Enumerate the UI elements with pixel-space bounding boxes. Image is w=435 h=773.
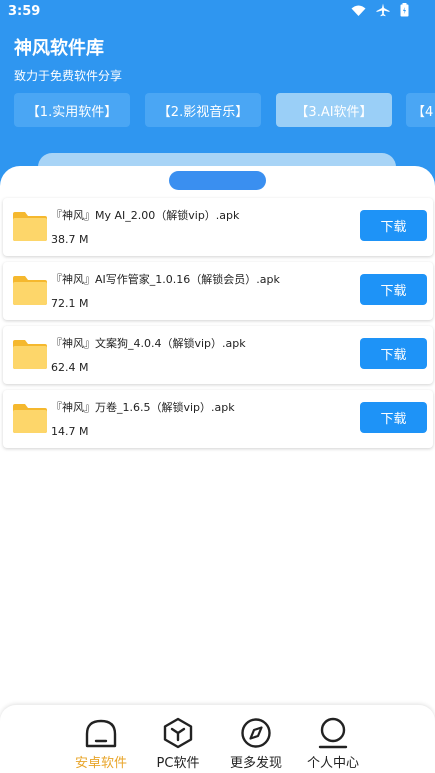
folder-icon xyxy=(13,340,47,369)
wifi-icon xyxy=(351,5,366,16)
file-item[interactable]: 『神风』文案狗_4.0.4（解锁vip）.apk 62.4 M 下载 xyxy=(3,326,433,384)
file-name: 『神风』万卷_1.6.5（解锁vip）.apk xyxy=(51,401,235,414)
file-size: 62.4 M xyxy=(51,361,89,374)
user-icon xyxy=(318,717,348,749)
nav-label: PC软件 xyxy=(156,756,200,771)
file-size: 72.1 M xyxy=(51,297,89,310)
airplane-icon xyxy=(376,3,390,17)
tab-ai-software[interactable]: 【3.AI软件】 xyxy=(276,93,392,127)
hexagon-icon xyxy=(163,717,193,749)
download-button[interactable]: 下载 xyxy=(360,274,427,305)
tab-fourth[interactable]: 【4 xyxy=(406,93,435,127)
file-item[interactable]: 『神风』万卷_1.6.5（解锁vip）.apk 14.7 M 下载 xyxy=(3,390,433,448)
nav-label: 个人中心 xyxy=(306,756,359,771)
nav-label: 更多发现 xyxy=(229,756,282,771)
battery-icon xyxy=(400,3,409,17)
file-size: 38.7 M xyxy=(51,233,89,246)
folder-icon xyxy=(13,276,47,305)
folder-icon xyxy=(13,404,47,433)
compass-icon xyxy=(241,718,271,748)
download-button[interactable]: 下载 xyxy=(360,210,427,241)
status-icons xyxy=(351,3,409,17)
category-tabs: 【1.实用软件】 【2.影视音乐】 【3.AI软件】 【4 xyxy=(14,93,435,127)
tab-useful-software[interactable]: 【1.实用软件】 xyxy=(14,93,130,127)
nav-android-software[interactable]: 安卓软件 xyxy=(66,717,136,773)
download-button[interactable]: 下载 xyxy=(360,402,427,433)
bottom-nav: 安卓软件 PC软件 更多发现 个人中心 xyxy=(0,705,435,773)
nav-pc-software[interactable]: PC软件 xyxy=(143,717,213,773)
file-name: 『神风』My AI_2.00（解锁vip）.apk xyxy=(51,209,240,222)
file-size: 14.7 M xyxy=(51,425,89,438)
app-title: 神风软件库 xyxy=(14,38,104,59)
nav-personal-center[interactable]: 个人中心 xyxy=(298,717,368,773)
app-subtitle: 致力于免费软件分享 xyxy=(14,69,123,83)
file-item[interactable]: 『神风』My AI_2.00（解锁vip）.apk 38.7 M 下载 xyxy=(3,198,433,256)
status-bar: 3:59 xyxy=(0,0,435,24)
content-card xyxy=(0,166,435,773)
file-item[interactable]: 『神风』AI写作管家_1.0.16（解锁会员）.apk 72.1 M 下载 xyxy=(3,262,433,320)
file-name: 『神风』文案狗_4.0.4（解锁vip）.apk xyxy=(51,337,246,350)
folder-icon xyxy=(13,212,47,241)
android-icon xyxy=(85,719,117,748)
drag-handle[interactable] xyxy=(169,171,266,190)
status-time: 3:59 xyxy=(8,4,41,19)
download-button[interactable]: 下载 xyxy=(360,338,427,369)
nav-more-discover[interactable]: 更多发现 xyxy=(221,717,291,773)
nav-label: 安卓软件 xyxy=(74,756,127,771)
file-name: 『神风』AI写作管家_1.0.16（解锁会员）.apk xyxy=(51,273,280,286)
tab-video-music[interactable]: 【2.影视音乐】 xyxy=(145,93,261,127)
